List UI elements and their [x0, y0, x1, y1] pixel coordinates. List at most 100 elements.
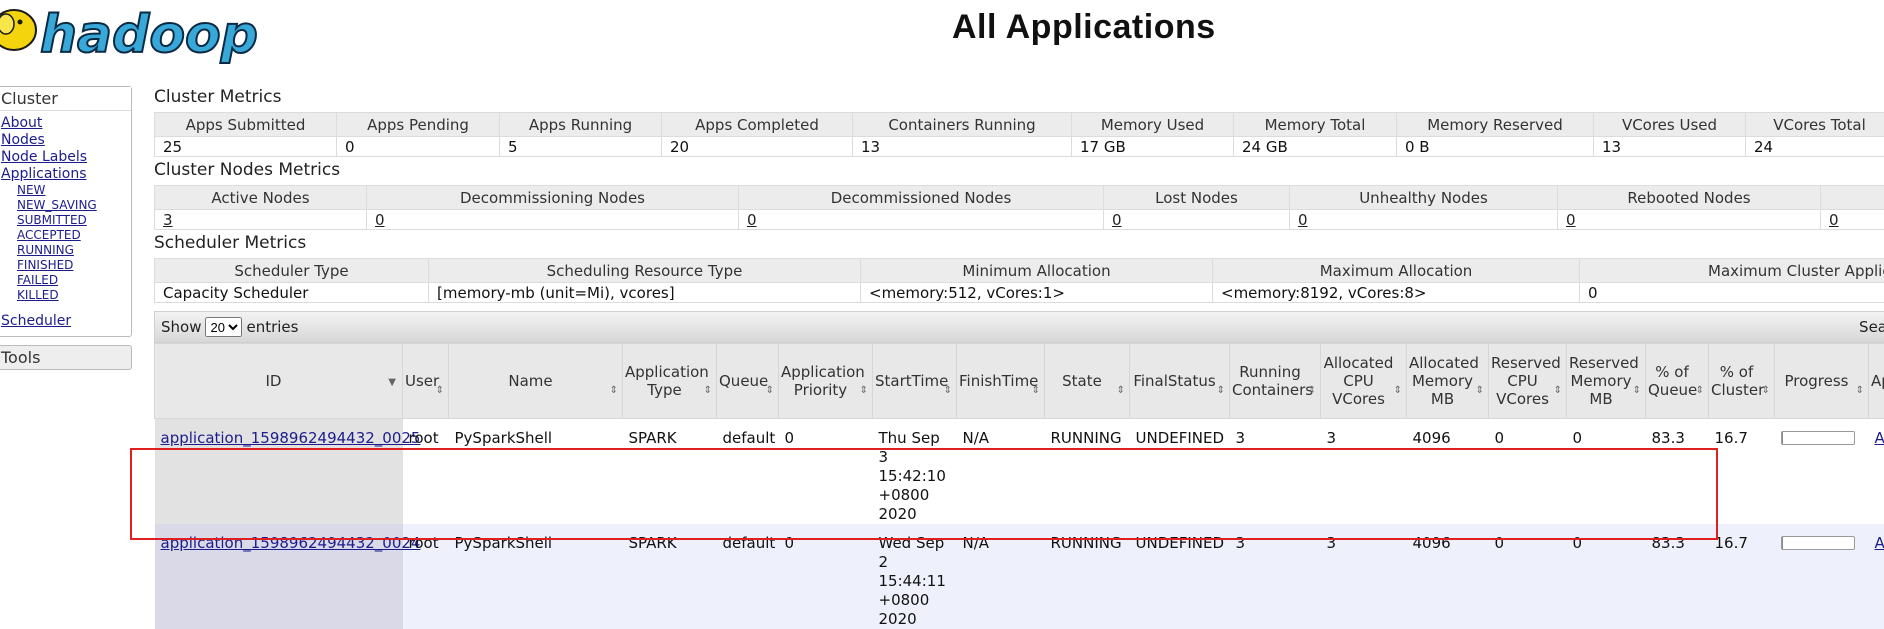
nav-sub-finished[interactable]: FINISHED	[1, 258, 127, 273]
metric-header: VCores Used	[1594, 113, 1746, 137]
sort-icon: ⇕	[766, 382, 774, 400]
decommissioned-nodes-link[interactable]: 0	[747, 211, 757, 229]
tools-nav-header[interactable]: Tools	[0, 345, 132, 370]
tracking-ui-link[interactable]: Ap	[1875, 429, 1884, 447]
node-metric-header: Lost Nodes	[1104, 186, 1290, 210]
cell-reserved-memory: 0	[1567, 419, 1646, 525]
cell-user: root	[403, 419, 449, 525]
metric-header: Apps Submitted	[155, 113, 337, 137]
sort-icon: ⇕	[1696, 382, 1704, 400]
metric-value: 5	[500, 137, 662, 157]
sort-icon: ⇕	[1554, 382, 1562, 400]
nav-sub-killed[interactable]: KILLED	[1, 288, 127, 303]
cluster-nav-header[interactable]: Cluster	[0, 87, 131, 111]
metric-value: 25	[155, 137, 337, 157]
cell-running-containers: 3	[1230, 524, 1321, 629]
nav-sub-failed[interactable]: FAILED	[1, 273, 127, 288]
sort-desc-icon: ▼	[388, 374, 396, 392]
sort-icon: ⇕	[944, 382, 952, 400]
col-header-reserved-memory[interactable]: Reserved Memory MB⇕	[1567, 344, 1646, 419]
cell-name: PySparkShell	[449, 419, 623, 525]
sort-icon: ⇕	[1476, 382, 1484, 400]
cell-priority: 0	[779, 419, 873, 525]
nav-link-nodes[interactable]: Nodes	[1, 132, 127, 149]
progress-bar	[1781, 431, 1855, 445]
col-header-id[interactable]: ID▼	[155, 344, 403, 419]
cell-type: SPARK	[623, 524, 717, 629]
col-header-state[interactable]: State⇕	[1045, 344, 1130, 419]
rebooted-nodes-link[interactable]: 0	[1566, 211, 1576, 229]
tracking-ui-link[interactable]: Ap	[1875, 534, 1884, 552]
scheduler-value: <memory:512, vCores:1>	[861, 283, 1213, 303]
col-header-final-status[interactable]: FinalStatus⇕	[1130, 344, 1230, 419]
nav-sub-running[interactable]: RUNNING	[1, 243, 127, 258]
col-header-start-time[interactable]: StartTime⇕	[873, 344, 957, 419]
lost-nodes-link[interactable]: 0	[1112, 211, 1122, 229]
extra-nodes-link[interactable]: 0	[1829, 211, 1839, 229]
nav-sub-new[interactable]: NEW	[1, 183, 127, 198]
cell-alloc-vcores: 3	[1321, 419, 1407, 525]
cell-priority: 0	[779, 524, 873, 629]
cell-reserved-vcores: 0	[1489, 419, 1567, 525]
col-header-alloc-memory[interactable]: Allocated Memory MB⇕	[1407, 344, 1489, 419]
table-row: application_1598962494432_0025 root PySp…	[155, 419, 1884, 525]
col-header-tracking[interactable]: Ap	[1869, 344, 1884, 419]
col-header-queue[interactable]: Queue⇕	[717, 344, 779, 419]
applications-table: ID▼ User⇕ Name⇕ Application Type⇕ Queue⇕…	[154, 343, 1884, 629]
entries-select[interactable]: 20	[205, 317, 242, 337]
col-header-user[interactable]: User⇕	[403, 344, 449, 419]
cell-reserved-vcores: 0	[1489, 524, 1567, 629]
nav-sub-submitted[interactable]: SUBMITTED	[1, 213, 127, 228]
scheduler-value: <memory:8192, vCores:8>	[1213, 283, 1580, 303]
sort-icon: ⇕	[436, 382, 444, 400]
cell-state: RUNNING	[1045, 419, 1130, 525]
cluster-metrics-table: Apps Submitted Apps Pending Apps Running…	[154, 112, 1884, 157]
left-nav: Cluster About Nodes Node Labels Applicat…	[0, 86, 132, 370]
col-header-finish-time[interactable]: FinishTime⇕	[957, 344, 1045, 419]
sort-icon: ⇕	[860, 382, 868, 400]
nav-link-node-labels[interactable]: Node Labels	[1, 149, 127, 166]
col-header-running-containers[interactable]: Running Containers⇕	[1230, 344, 1321, 419]
col-header-name[interactable]: Name⇕	[449, 344, 623, 419]
unhealthy-nodes-link[interactable]: 0	[1298, 211, 1308, 229]
metric-value: 0	[337, 137, 500, 157]
col-header-reserved-vcores[interactable]: Reserved CPU VCores⇕	[1489, 344, 1567, 419]
nav-sub-new-saving[interactable]: NEW_SAVING	[1, 198, 127, 213]
nav-link-scheduler[interactable]: Scheduler	[1, 313, 127, 330]
col-header-priority[interactable]: Application Priority⇕	[779, 344, 873, 419]
metric-header: Apps Completed	[662, 113, 853, 137]
cell-pct-queue: 83.3	[1646, 524, 1709, 629]
cell-running-containers: 3	[1230, 419, 1321, 525]
app-id-link[interactable]: application_1598962494432_0025	[161, 429, 421, 447]
cell-queue: default	[717, 419, 779, 525]
col-header-pct-cluster[interactable]: % of Cluster⇕	[1709, 344, 1775, 419]
cell-pct-cluster: 16.7	[1709, 524, 1775, 629]
scheduler-value: Capacity Scheduler	[155, 283, 429, 303]
node-metric-header: Rebooted Nodes	[1558, 186, 1821, 210]
sort-icon: ⇕	[1394, 382, 1402, 400]
cell-alloc-vcores: 3	[1321, 524, 1407, 629]
nav-sub-accepted[interactable]: ACCEPTED	[1, 228, 127, 243]
metric-header: Memory Used	[1072, 113, 1234, 137]
entries-label: entries	[246, 318, 298, 336]
active-nodes-link[interactable]: 3	[163, 211, 173, 229]
sort-icon: ⇕	[1762, 382, 1770, 400]
decommissioning-nodes-link[interactable]: 0	[375, 211, 385, 229]
scheduler-metrics-table: Scheduler Type Scheduling Resource Type …	[154, 258, 1884, 303]
cell-final-status: UNDEFINED	[1130, 524, 1230, 629]
col-header-app-type[interactable]: Application Type⇕	[623, 344, 717, 419]
nav-link-about[interactable]: About	[1, 115, 127, 132]
cluster-nodes-metrics-table: Active Nodes Decommissioning Nodes Decom…	[154, 185, 1884, 230]
sort-icon: ⇕	[610, 382, 618, 400]
metric-value: 17 GB	[1072, 137, 1234, 157]
cell-type: SPARK	[623, 419, 717, 525]
sort-icon: ⇕	[1308, 382, 1316, 400]
show-label: Show	[161, 318, 201, 336]
col-header-pct-queue[interactable]: % of Queue⇕	[1646, 344, 1709, 419]
app-id-link[interactable]: application_1598962494432_0024	[161, 534, 421, 552]
col-header-alloc-vcores[interactable]: Allocated CPU VCores⇕	[1321, 344, 1407, 419]
col-header-progress[interactable]: Progress⇕	[1775, 344, 1869, 419]
cell-alloc-memory: 4096	[1407, 419, 1489, 525]
nav-link-applications[interactable]: Applications	[1, 166, 127, 183]
metric-value: 20	[662, 137, 853, 157]
